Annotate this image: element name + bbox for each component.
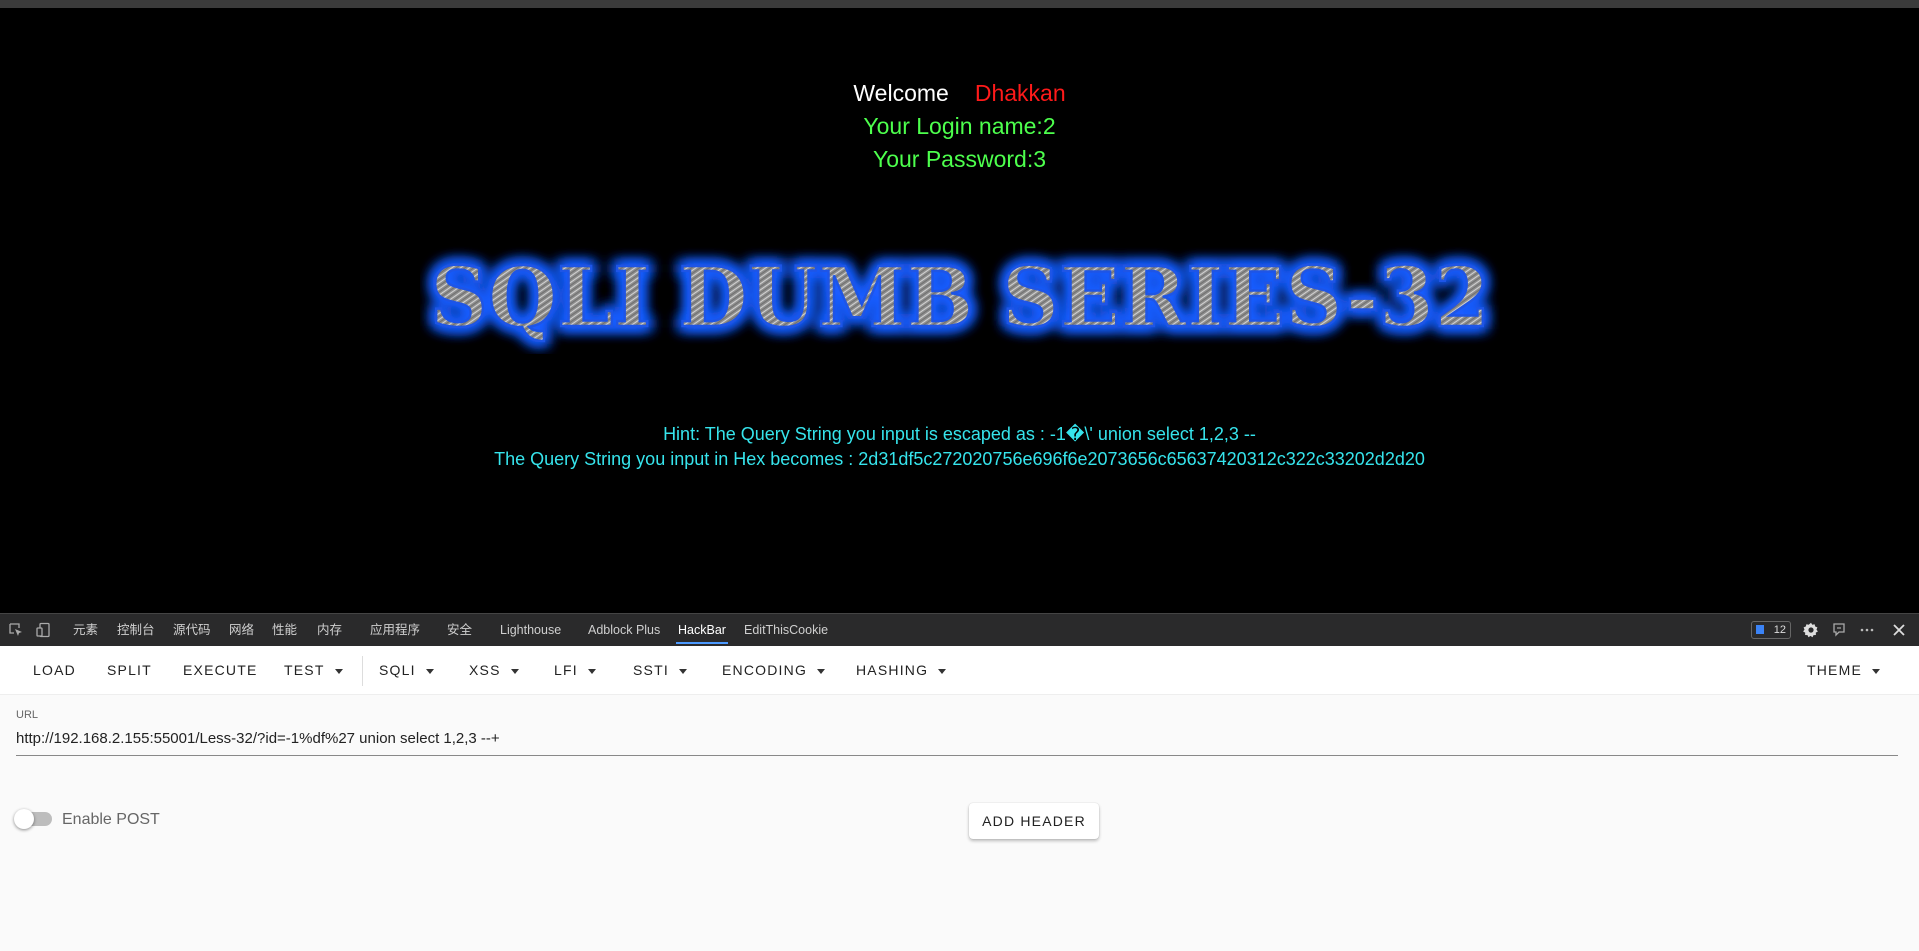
password-text: Your Password:3 (872, 146, 1047, 172)
url-input[interactable]: http://192.168.2.155:55001/Less-32/?id=-… (16, 730, 500, 747)
chevron-down-icon (1872, 668, 1880, 674)
sqli-menu-label: SQLI (379, 662, 416, 678)
load-button[interactable]: LOAD (33, 646, 76, 694)
browser-top-strip (0, 0, 1919, 8)
welcome-text: Welcome (853, 80, 949, 106)
hackbar-panel: LOAD SPLIT EXECUTE TEST SQLI XSS LFI SST… (0, 646, 1919, 951)
chevron-down-icon (334, 668, 343, 674)
enable-post-toggle[interactable] (14, 809, 52, 829)
split-button[interactable]: SPLIT (107, 646, 152, 694)
device-toolbar-icon[interactable] (36, 622, 52, 638)
theme-menu-button[interactable]: THEME (1807, 646, 1880, 694)
execute-button[interactable]: EXECUTE (183, 646, 258, 694)
devtools-tabbar: 元素 控制台 源代码 网络 性能 内存 应用程序 安全 Lighthouse A… (0, 613, 1919, 646)
settings-gear-icon[interactable] (1803, 622, 1819, 638)
devtools-tab-hackbar[interactable]: HackBar (676, 614, 728, 646)
close-devtools-icon[interactable] (1891, 622, 1907, 638)
hashing-menu-label: HASHING (856, 662, 929, 678)
devtools-tab-elements[interactable]: 元素 (73, 614, 98, 646)
inspect-element-icon[interactable] (8, 622, 24, 638)
enable-post-label: Enable POST (62, 811, 160, 828)
devtools-tab-console[interactable]: 控制台 (117, 614, 155, 646)
more-options-icon[interactable] (1859, 622, 1875, 638)
login-name-text: Your Login name:2 (863, 113, 1056, 139)
chevron-down-icon (587, 668, 596, 674)
page-content: Welcome Dhakkan Your Login name:2 Your Pa… (0, 8, 1919, 613)
welcome-line: Welcome Dhakkan (0, 80, 1919, 107)
hex-text: The Query String you input in Hex become… (494, 449, 1425, 469)
devtools-tab-network[interactable]: 网络 (229, 614, 254, 646)
xss-menu-label: XSS (469, 662, 501, 678)
hackbar-toolbar: LOAD SPLIT EXECUTE TEST SQLI XSS LFI SST… (0, 646, 1919, 695)
sqli-banner: SQLI DUMB SERIES-32 SQLI DUMB SERIES-32 (427, 247, 1493, 349)
sqli-menu-button[interactable]: SQLI (379, 646, 434, 694)
hashing-menu-button[interactable]: HASHING (856, 646, 947, 694)
feedback-icon[interactable] (1831, 622, 1847, 638)
issues-flag-icon (1756, 625, 1764, 634)
devtools-tab-sources[interactable]: 源代码 (173, 614, 211, 646)
devtools-tab-performance[interactable]: 性能 (272, 614, 297, 646)
xss-menu-button[interactable]: XSS (469, 646, 519, 694)
encoding-menu-button[interactable]: ENCODING (722, 646, 826, 694)
url-field-label: URL (16, 709, 39, 721)
devtools-tab-editthiscookie[interactable]: EditThisCookie (744, 614, 828, 646)
chevron-down-icon (425, 668, 434, 674)
issues-count: 12 (1773, 624, 1786, 636)
devtools-tab-security[interactable]: 安全 (447, 614, 472, 646)
chevron-down-icon (938, 668, 947, 674)
add-header-button[interactable]: ADD HEADER (969, 803, 1099, 839)
username-text: Dhakkan (974, 80, 1066, 106)
issues-counter[interactable]: 12 (1751, 621, 1791, 639)
ssti-menu-button[interactable]: SSTI (633, 646, 687, 694)
devtools-tab-memory[interactable]: 内存 (317, 614, 342, 646)
devtools-tab-adblock-plus[interactable]: Adblock Plus (588, 614, 660, 646)
toggle-knob (14, 809, 34, 829)
lfi-menu-button[interactable]: LFI (554, 646, 596, 694)
chevron-down-icon (510, 668, 519, 674)
devtools-tab-application[interactable]: 应用程序 (370, 614, 420, 646)
test-menu-button[interactable]: TEST (284, 646, 343, 694)
chevron-down-icon (817, 668, 826, 674)
hint-text: Hint: The Query String you input is esca… (663, 424, 1256, 444)
ssti-menu-label: SSTI (633, 662, 669, 678)
toolbar-divider (362, 656, 363, 686)
test-menu-label: TEST (284, 662, 325, 678)
chevron-down-icon (678, 668, 687, 674)
encoding-menu-label: ENCODING (722, 662, 808, 678)
url-input-underline (16, 755, 1898, 756)
banner-title: SQLI DUMB SERIES-32 (430, 250, 1490, 346)
lfi-menu-label: LFI (554, 662, 578, 678)
devtools-tab-lighthouse[interactable]: Lighthouse (500, 614, 561, 646)
theme-menu-label: THEME (1807, 662, 1862, 678)
